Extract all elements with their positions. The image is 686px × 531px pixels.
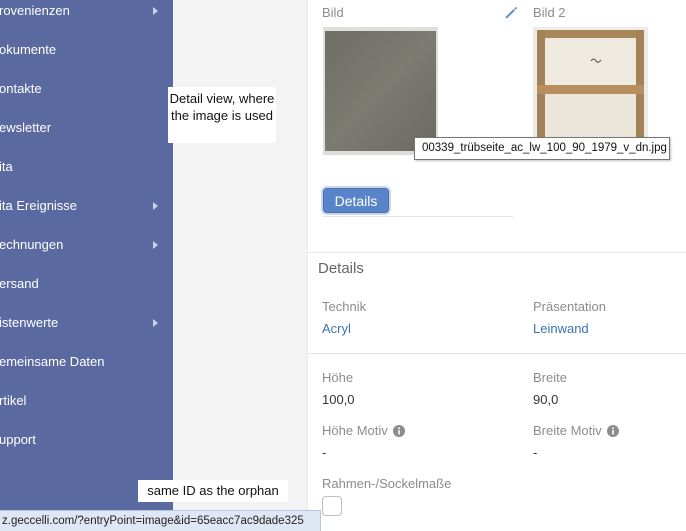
sidebar-item-kontakte[interactable]: ontakte [0,69,173,108]
breite-label: Breite [533,370,567,385]
chevron-right-icon [153,6,158,15]
sidebar-item-label: emeinsame Daten [0,354,105,369]
content-gutter [173,0,307,531]
sidebar-item-label: rovenienzen [0,3,70,18]
chevron-right-icon [153,201,158,210]
info-icon[interactable] [392,424,405,437]
bild-label: Bild [322,5,344,20]
sidebar-item-label: ersand [0,276,39,291]
sidebar-item-newsletter[interactable]: ewsletter [0,108,173,147]
rahmen-label: Rahmen-/Sockelmaße [322,476,452,491]
sidebar-item-provenienzen[interactable]: rovenienzen [0,0,173,30]
sidebar-item-versand[interactable]: ersand [0,264,173,303]
sidebar-item-rechnungen[interactable]: echnungen [0,225,173,264]
sidebar-nav: rovenienzen okumente ontakte ewsletter i… [0,0,173,531]
sidebar-item-support[interactable]: upport [0,420,173,459]
breite-motiv-field: Breite Motiv [533,423,619,438]
sidebar-item-label: echnungen [0,237,64,252]
praesentation-label: Präsentation [533,299,606,314]
sidebar-item-artikel[interactable]: rtikel [0,381,173,420]
details-section-title: Details [318,260,364,277]
rahmen-checkbox[interactable] [322,496,342,516]
sidebar-item-label: rtikel [0,393,27,408]
sidebar-item-label: ontakte [0,81,42,96]
sidebar-item-label: ita [0,159,13,174]
sidebar-item-label: ewsletter [0,120,52,135]
browser-status-url: z.geccelli.com/?entryPoint=image&id=65ea… [0,510,321,531]
filename-tooltip: 00339_trübseite_ac_lw_100_90_1979_v_dn.j… [414,137,670,160]
breite-value: 90,0 [533,392,559,407]
breite-motiv-label: Breite Motiv [533,423,602,438]
detail-panel: Bild Bild 2 00339_trübseite_ac_lw_100_90… [307,0,686,531]
sidebar-item-gemeinsame-daten[interactable]: emeinsame Daten [0,342,173,381]
image-thumbnail-bild-2[interactable] [533,27,648,155]
sidebar-item-label: okumente [0,42,57,57]
section-divider [308,353,686,354]
image-thumbnail-bild[interactable] [323,27,438,155]
hoehe-motiv-value: - [322,445,327,460]
sidebar-item-label: ita Ereignisse [0,198,78,213]
technik-label: Technik [322,299,367,314]
annotation-detail-view: Detail view, where the image is used [168,87,276,143]
info-icon[interactable] [606,424,619,437]
technik-value[interactable]: Acryl [322,321,351,336]
sidebar-item-dokumente[interactable]: okumente [0,30,173,69]
praesentation-value[interactable]: Leinwand [533,321,589,336]
chevron-right-icon [153,240,158,249]
pencil-icon[interactable] [504,6,518,20]
breite-motiv-value: - [533,445,538,460]
section-divider [308,252,686,253]
hoehe-label: Höhe [322,370,354,385]
hoehe-motiv-label: Höhe Motiv [322,423,388,438]
hoehe-motiv-field: Höhe Motiv [322,423,405,438]
sidebar-item-label: upport [0,432,36,447]
chevron-right-icon [153,318,158,327]
tab-underline [323,216,513,217]
bild2-label: Bild 2 [533,5,566,20]
sidebar-item-vita-ereignisse[interactable]: ita Ereignisse [0,186,173,225]
details-button[interactable]: Details [323,188,389,213]
hoehe-value: 100,0 [322,392,355,407]
annotation-orphan-id: same ID as the orphan [138,480,288,502]
sidebar-item-vita[interactable]: ita [0,147,173,186]
sidebar-item-listenwerte[interactable]: istenwerte [0,303,173,342]
sidebar-item-label: istenwerte [0,315,59,330]
